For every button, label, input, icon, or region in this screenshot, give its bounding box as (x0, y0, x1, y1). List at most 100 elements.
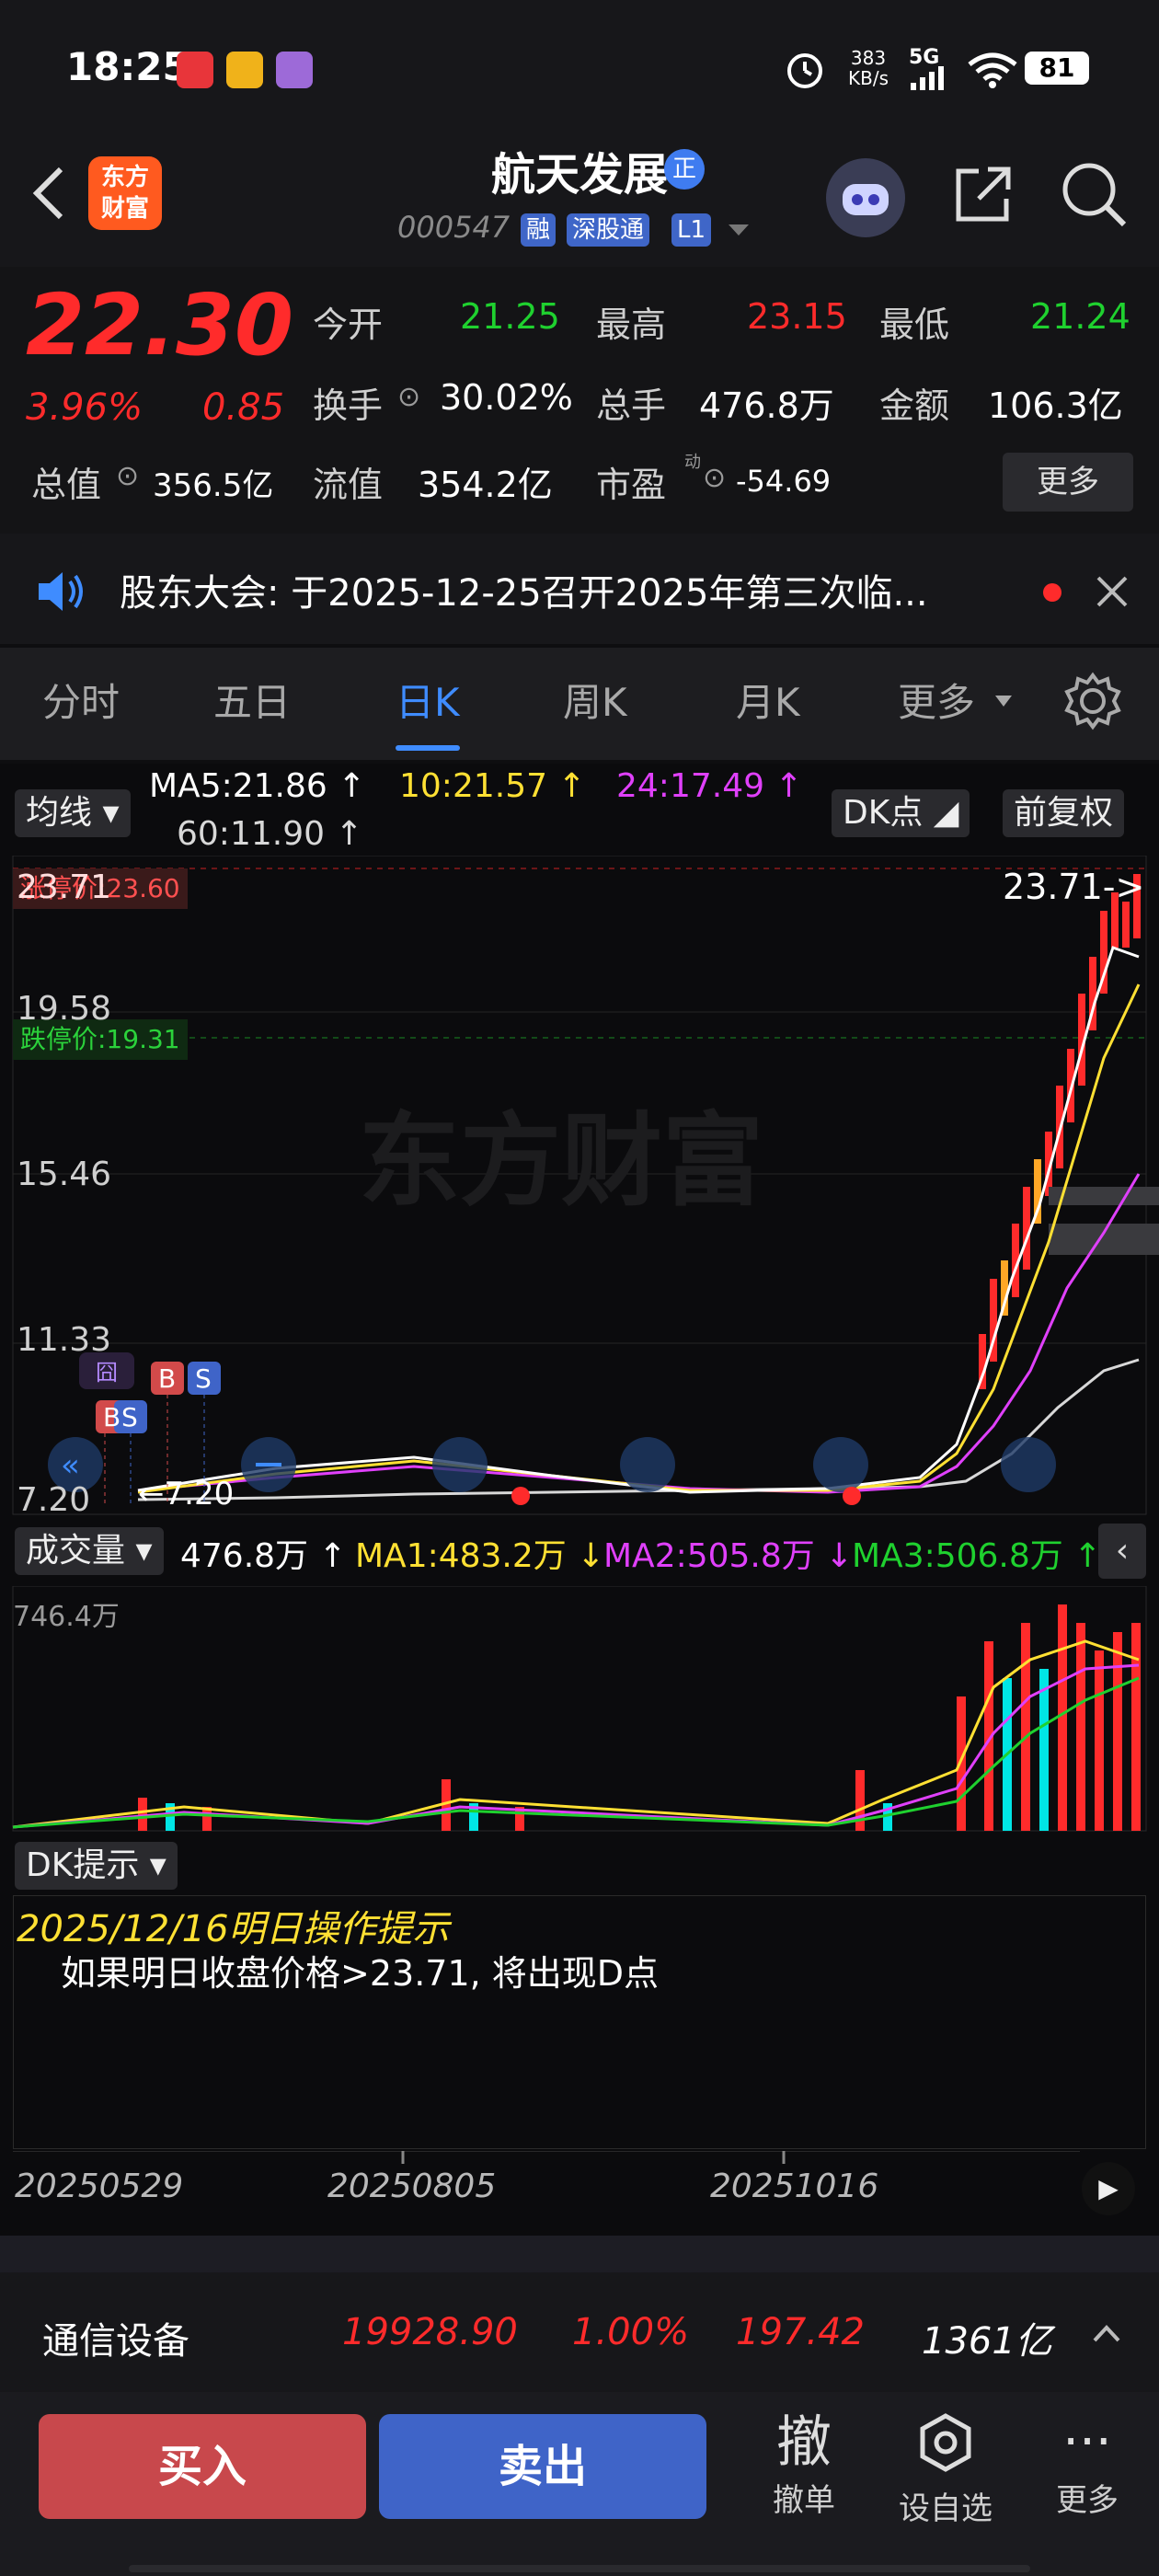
dk-point-button[interactable]: DK点 ◢ (832, 789, 970, 837)
sell-marker-text: S (195, 1363, 212, 1394)
tab-intraday[interactable]: 分时 (42, 672, 120, 728)
alarm-icon (787, 53, 822, 88)
min-price-text: 7.20 (164, 1476, 235, 1512)
scroll-right-button[interactable] (813, 1437, 868, 1492)
volume-value: 476.8万 (699, 385, 834, 426)
sell-button[interactable]: 卖出 (379, 2414, 706, 2519)
settings-gear-icon[interactable] (1063, 672, 1122, 730)
cancel-order-button[interactable]: 撤 撤单 (749, 2410, 859, 2520)
buy-marker-text: B (103, 1402, 121, 1432)
volume-chart[interactable] (0, 1586, 1159, 1834)
pe-label: 市盈 (596, 465, 667, 505)
tab-five-day[interactable]: 五日 (213, 672, 291, 728)
speaker-icon (39, 572, 83, 611)
tag-l1: L1 (671, 213, 712, 247)
chevron-down-icon (995, 696, 1012, 707)
float-value: 354.2亿 (418, 465, 553, 505)
date-label: 20250529 (15, 2168, 184, 2205)
tag-rong: 融 (521, 213, 557, 247)
y-tick: 11.33 (17, 1321, 112, 1359)
ma60-value: 60:11.90 ↑ (177, 815, 363, 853)
dk-tip-label: DK提示 (26, 1846, 140, 1884)
net-speed: 383 KB/s (848, 48, 889, 88)
stock-code: 000547 (397, 210, 511, 245)
date-label: 20250805 (327, 2168, 497, 2205)
scroll-left-button[interactable] (620, 1437, 675, 1492)
zoom-in-button[interactable] (432, 1437, 488, 1492)
turnover-label: 换手 (313, 385, 384, 426)
add-watchlist-label: 设自选 (899, 2490, 993, 2527)
sector-name: 通信设备 (42, 2320, 189, 2363)
notification-app-icon (177, 52, 213, 88)
y-tick: 15.46 (17, 1156, 112, 1193)
ma24-value: 24:17.49 ↑ (616, 767, 803, 805)
low-label: 最低 (879, 305, 950, 345)
kline-chart[interactable]: 东方财富 « (0, 856, 1159, 1518)
volume-ma2: MA2:505.8万 ↓ (603, 1537, 854, 1575)
info-icon[interactable]: ⊙ (397, 381, 420, 413)
change-amount: 0.85 (202, 386, 285, 429)
app-logo[interactable]: 东方 财富 (88, 156, 162, 230)
ma-selector-button[interactable]: 均线 ▾ (15, 789, 131, 837)
tab-daily-k[interactable]: 日K (396, 672, 460, 728)
add-watchlist-button[interactable]: 设自选 (890, 2410, 1001, 2528)
amount-value: 106.3亿 (988, 385, 1123, 426)
tab-weekly-k[interactable]: 周K (563, 672, 627, 728)
marker-liang-text: 囧 (96, 1360, 118, 1386)
info-icon[interactable]: ⊙ (116, 460, 139, 492)
pe-value: -54.69 (736, 464, 832, 499)
active-tab-indicator (396, 745, 460, 751)
volume-indicator-button[interactable]: 成交量 ▾ (15, 1527, 164, 1575)
close-icon[interactable] (1093, 572, 1131, 611)
dk-tip-button[interactable]: DK提示 ▾ (15, 1842, 178, 1890)
wifi-icon (968, 52, 1017, 88)
tab-monthly-k[interactable]: 月K (736, 672, 800, 728)
sector-index: 19928.90 (342, 2311, 518, 2353)
share-icon[interactable] (947, 158, 1019, 230)
chevron-down-icon[interactable] (727, 221, 751, 239)
app-logo-line2: 财富 (100, 195, 149, 223)
ma10-text: 10:21.57 (399, 767, 547, 805)
tag-shenguto: 深股通 (567, 213, 650, 247)
cancel-order-icon: 撤 (776, 2410, 832, 2475)
buy-button[interactable]: 买入 (39, 2414, 366, 2519)
unread-dot (1043, 583, 1061, 602)
back-arrow-icon[interactable] (22, 156, 77, 230)
announcement-text[interactable]: 股东大会: 于2025-12-25召开2025年第三次临... (120, 563, 928, 616)
notification-app-icon (226, 52, 263, 88)
turnover-value: 30.02% (440, 377, 573, 418)
sell-marker-text: S (121, 1402, 138, 1432)
ma5-value: MA5:21.86 ↑ (149, 767, 366, 805)
dk-tip-text: 如果明日收盘价格>23.71, 将出现D点 (61, 1953, 660, 1994)
amount-label: 金额 (879, 385, 950, 426)
search-icon[interactable] (1058, 158, 1131, 232)
ma24-text: 24:17.49 (616, 767, 764, 805)
battery-indicator: 81 (1025, 52, 1089, 85)
buy-marker-text: B (158, 1363, 177, 1394)
ai-assistant-icon[interactable] (826, 158, 905, 237)
event-dot[interactable] (511, 1487, 530, 1505)
bottom-more-button[interactable]: ··· 更多 (1032, 2410, 1142, 2520)
time-axis-ticks (13, 2151, 1080, 2164)
chevron-up-icon[interactable] (1091, 2322, 1122, 2344)
event-dot[interactable] (843, 1487, 861, 1505)
high-value: 23.15 (747, 296, 847, 337)
date-label: 20251016 (710, 2168, 879, 2205)
play-icon[interactable]: ▶ (1082, 2162, 1135, 2215)
adjust-mode-button[interactable]: 前复权 (1003, 789, 1125, 837)
tab-more[interactable]: 更多 (898, 672, 975, 728)
volume-indicator-label: 成交量 (26, 1532, 126, 1570)
volume-ma2-text: MA2:505.8万 (603, 1537, 815, 1575)
float-label: 流值 (313, 465, 384, 505)
min-price-marker: ←7.20 (138, 1476, 234, 1512)
info-icon[interactable]: ⊙ (703, 462, 726, 494)
sector-divider (0, 2236, 1159, 2272)
quote-more-button[interactable]: 更多 (1003, 453, 1133, 512)
volume-max-label: 746.4万 (13, 1601, 120, 1633)
ma60-text: 60:11.90 (177, 815, 325, 853)
cancel-order-label: 撤单 (773, 2482, 835, 2519)
fullscreen-button[interactable] (1001, 1437, 1056, 1492)
zheng-badge: 正 (664, 149, 705, 190)
collapse-chevron-icon[interactable]: ‹ (1098, 1524, 1146, 1579)
bottom-more-label: 更多 (1056, 2482, 1119, 2519)
